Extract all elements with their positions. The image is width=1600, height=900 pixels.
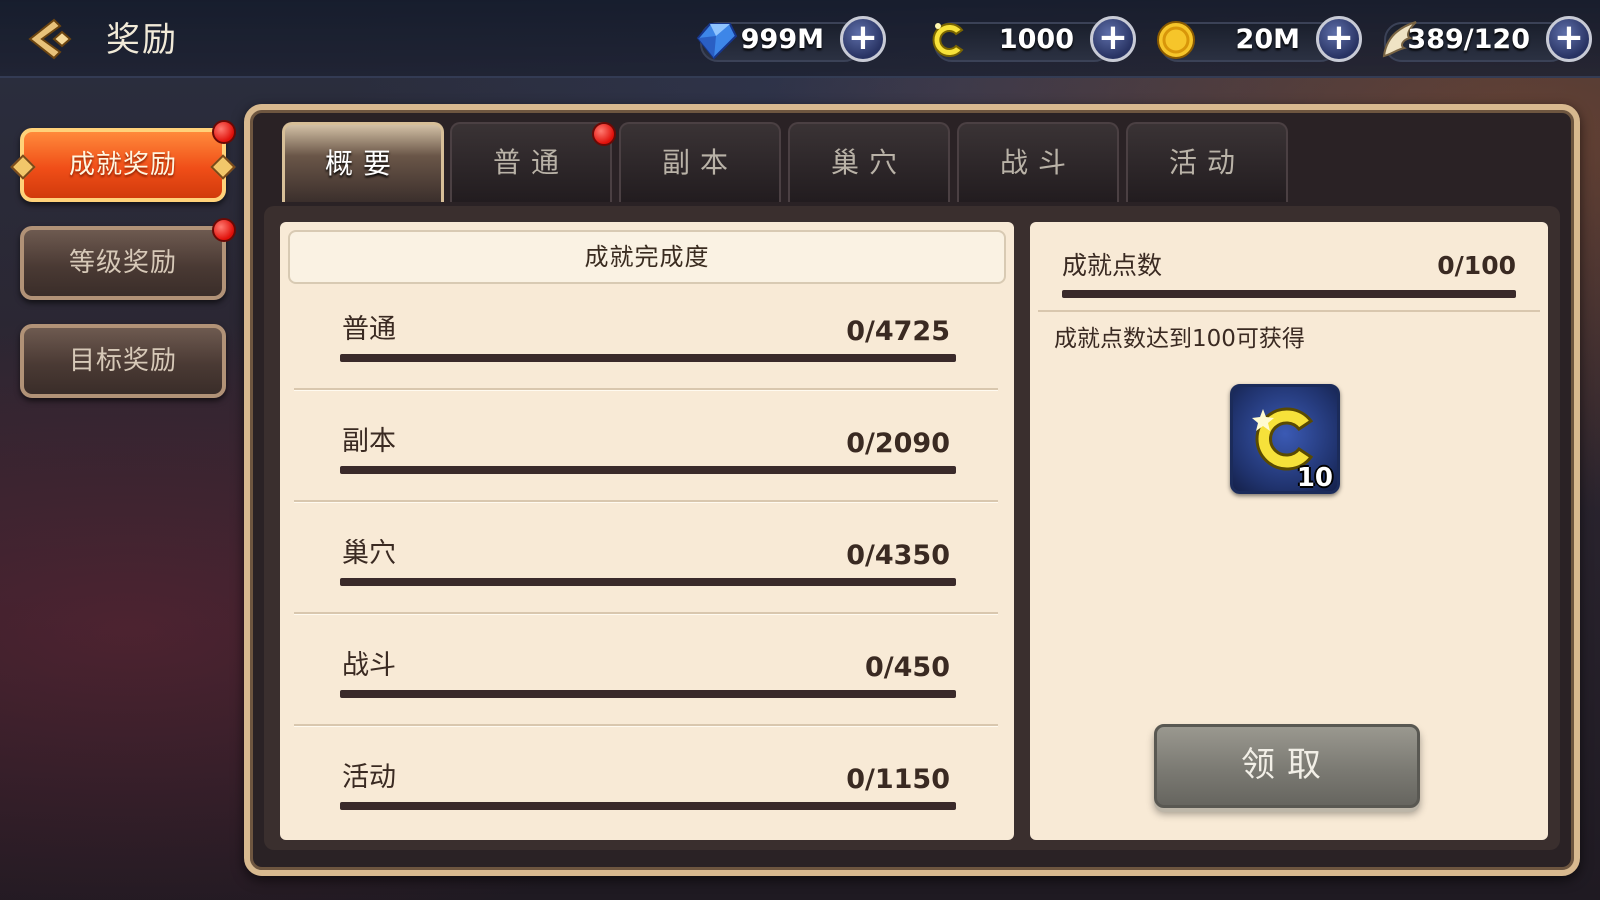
c-coin-value: 1000 (998, 24, 1074, 55)
gold-coin-icon (1157, 21, 1195, 59)
reward-item-slot[interactable]: 10 (1230, 384, 1340, 494)
top-bar: 奖励 999M + 1000 + 20M + 389/120 + (0, 0, 1600, 78)
progress-label: 副本 (342, 426, 396, 457)
completion-header: 成就完成度 (288, 230, 1006, 284)
progress-row: 活动 0/1150 (340, 758, 956, 828)
tab-normal[interactable]: 普通 (450, 122, 612, 202)
progress-bar (340, 466, 956, 474)
stamina-counter: 389/120 + (1382, 16, 1592, 62)
progress-count: 0/4350 (846, 540, 950, 571)
progress-bar (340, 354, 956, 362)
notification-badge (592, 122, 616, 146)
gold-add-button[interactable]: + (1316, 16, 1362, 62)
stamina-value: 389/120 (1407, 24, 1530, 55)
sidebar-item-level-rewards[interactable]: 等级奖励 (20, 226, 226, 300)
blue-gem-icon (696, 23, 738, 60)
progress-row: 巢穴 0/4350 (340, 534, 956, 604)
progress-label: 战斗 (342, 650, 396, 681)
tab-battle[interactable]: 战斗 (957, 122, 1119, 202)
diamond-ornament-icon (210, 154, 236, 180)
progress-row: 普通 0/4725 (340, 310, 956, 380)
diamond-ornament-icon (10, 154, 36, 180)
tab-dungeon[interactable]: 副本 (619, 122, 781, 202)
gems-add-button[interactable]: + (840, 16, 886, 62)
progress-label: 普通 (342, 314, 396, 345)
progress-count: 0/1150 (846, 764, 950, 795)
notification-badge (212, 218, 236, 242)
reward-description: 成就点数达到100可获得 (1054, 326, 1305, 352)
row-divider (294, 500, 998, 502)
gems-value: 999M (740, 24, 824, 55)
notification-badge (212, 120, 236, 144)
sidebar-item-label: 成就奖励 (68, 150, 177, 180)
row-divider (294, 724, 998, 726)
sidebar-item-achievement-rewards[interactable]: 成就奖励 (10, 128, 236, 202)
progress-bar (340, 578, 956, 586)
page-title: 奖励 (106, 20, 178, 60)
claim-button[interactable]: 领取 (1154, 724, 1420, 808)
gems-counter: 999M + (696, 16, 886, 62)
progress-count: 0/4725 (846, 316, 950, 347)
progress-row: 战斗 0/450 (340, 646, 956, 716)
tab-nest[interactable]: 巢穴 (788, 122, 950, 202)
gold-value: 20M (1235, 24, 1300, 55)
gold-counter: 20M + (1157, 16, 1362, 62)
sidebar-item-label: 目标奖励 (68, 346, 177, 376)
tab-overview[interactable]: 概要 (282, 122, 444, 202)
c-coin-add-button[interactable]: + (1090, 16, 1136, 62)
reward-quantity: 10 (1296, 463, 1333, 493)
achievement-points-bar (1062, 290, 1516, 298)
progress-label: 活动 (342, 762, 396, 793)
sidebar-item-label: 等级奖励 (68, 248, 177, 278)
row-divider (294, 388, 998, 390)
progress-label: 巢穴 (342, 538, 396, 569)
progress-bar (340, 690, 956, 698)
stamina-add-button[interactable]: + (1546, 16, 1592, 62)
achievement-points-value: 0/100 (1437, 251, 1516, 280)
row-divider (1038, 310, 1540, 312)
progress-count: 0/2090 (846, 428, 950, 459)
c-coin-counter: 1000 + (932, 16, 1136, 62)
progress-bar (340, 802, 956, 810)
row-divider (294, 612, 998, 614)
back-arrow-icon (28, 18, 72, 60)
progress-count: 0/450 (864, 652, 950, 683)
achievement-points-label: 成就点数 (1062, 251, 1163, 280)
completion-panel: 成就完成度 普通 0/4725 副本 0/2090 巢穴 0/4350 战斗 0… (280, 222, 1014, 840)
tab-event[interactable]: 活动 (1126, 122, 1288, 202)
progress-row: 副本 0/2090 (340, 422, 956, 492)
back-button[interactable] (24, 14, 78, 64)
reward-panel: 成就点数 0/100 成就点数达到100可获得 10 领取 (1030, 222, 1548, 840)
sidebar-item-goal-rewards[interactable]: 目标奖励 (20, 324, 226, 398)
c-coin-icon (932, 23, 964, 57)
